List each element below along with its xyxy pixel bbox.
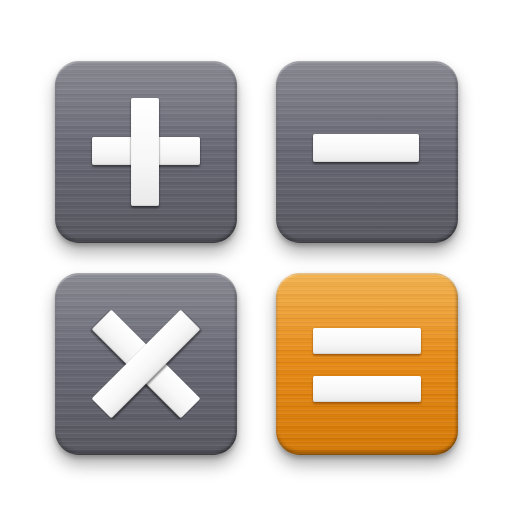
minus-key[interactable] <box>276 61 458 243</box>
equals-top-stroke <box>313 328 421 354</box>
equals-key[interactable] <box>276 273 458 455</box>
plus-key[interactable] <box>55 61 237 243</box>
calculator-app-icon <box>0 0 512 512</box>
minus-stroke <box>313 134 419 162</box>
equals-bottom-stroke <box>313 376 421 402</box>
multiply-key[interactable] <box>55 273 237 455</box>
plus-vertical-stroke <box>131 98 159 206</box>
